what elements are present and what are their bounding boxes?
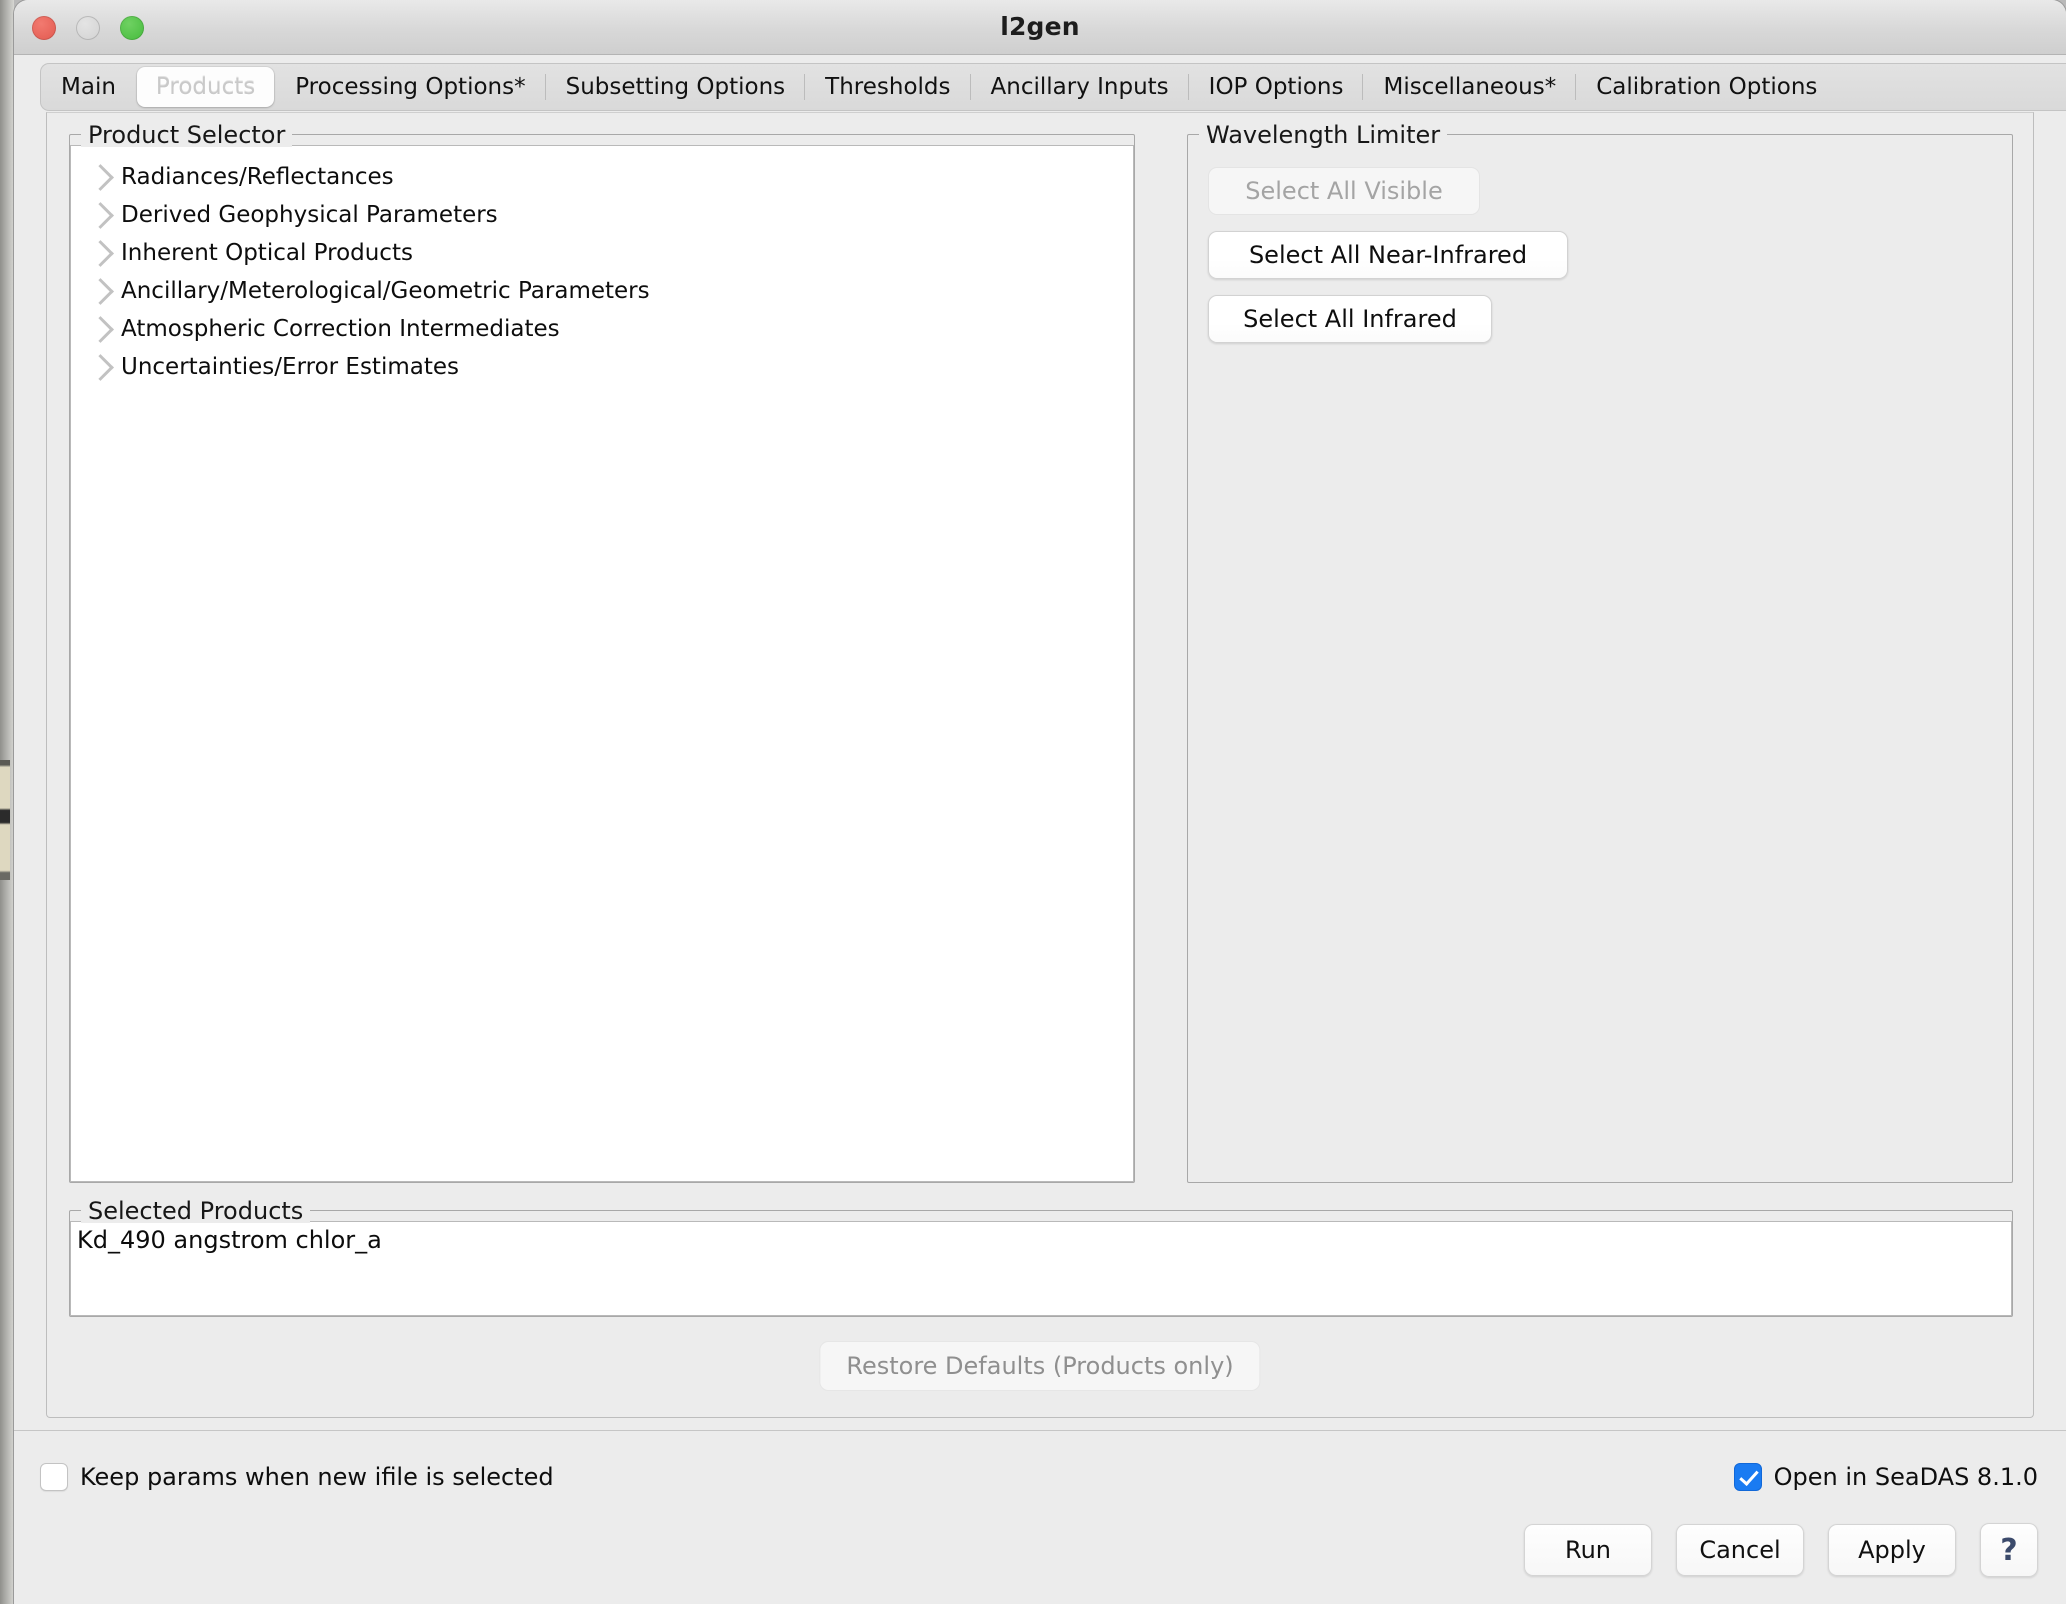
tree-item-derived-geophysical-parameters[interactable]: Derived Geophysical Parameters [71, 196, 1133, 234]
tab-products[interactable]: Products [136, 67, 275, 107]
tab-strip: Main Products Processing Options* Subset… [40, 63, 2066, 111]
keep-params-checkbox-row[interactable]: Keep params when new ifile is selected [40, 1463, 554, 1491]
products-panel: Product Selector Radiances/Reflectances … [46, 112, 2034, 1418]
footer-bar: Keep params when new ifile is selected O… [14, 1430, 2066, 1604]
tab-main[interactable]: Main [42, 67, 135, 107]
tree-item-label: Atmospheric Correction Intermediates [121, 316, 560, 342]
select-all-near-infrared-button[interactable]: Select All Near-Infrared [1208, 231, 1568, 279]
product-selector-group: Product Selector Radiances/Reflectances … [69, 123, 1135, 1183]
window-title: l2gen [1000, 12, 1080, 41]
tab-bar: Main Products Processing Options* Subset… [14, 55, 2066, 111]
tree-item-inherent-optical-products[interactable]: Inherent Optical Products [71, 234, 1133, 272]
tree-item-atmospheric-correction-intermediates[interactable]: Atmospheric Correction Intermediates [71, 310, 1133, 348]
tab-ancillary-inputs[interactable]: Ancillary Inputs [969, 67, 1188, 107]
run-button[interactable]: Run [1524, 1524, 1652, 1576]
selected-products-group: Selected Products Kd_490 angstrom chlor_… [69, 1199, 2013, 1317]
select-all-infrared-button[interactable]: Select All Infrared [1208, 295, 1492, 343]
wavelength-limiter-title: Wavelength Limiter [1199, 123, 1448, 147]
tree-item-label: Inherent Optical Products [121, 240, 413, 266]
selected-products-field[interactable]: Kd_490 angstrom chlor_a [70, 1221, 2012, 1316]
restore-defaults-button[interactable]: Restore Defaults (Products only) [819, 1341, 1261, 1391]
apply-button[interactable]: Apply [1828, 1524, 1956, 1576]
wavelength-limiter-group: Wavelength Limiter Select All Visible Se… [1187, 123, 2013, 1183]
product-selector-tree[interactable]: Radiances/Reflectances Derived Geophysic… [70, 145, 1134, 1182]
tab-iop-options[interactable]: IOP Options [1187, 67, 1363, 107]
keep-params-label: Keep params when new ifile is selected [80, 1463, 554, 1491]
tab-miscellaneous[interactable]: Miscellaneous* [1362, 67, 1575, 107]
tree-item-label: Ancillary/Meterological/Geometric Parame… [121, 278, 650, 304]
tab-processing-options[interactable]: Processing Options* [276, 67, 544, 107]
tree-item-label: Derived Geophysical Parameters [121, 202, 498, 228]
cancel-button[interactable]: Cancel [1676, 1524, 1804, 1576]
tab-calibration-options[interactable]: Calibration Options [1575, 67, 1836, 107]
product-selector-title: Product Selector [81, 123, 293, 147]
tree-item-label: Radiances/Reflectances [121, 164, 394, 190]
open-in-seadas-label: Open in SeaDAS 8.1.0 [1773, 1463, 2038, 1491]
tree-item-uncertainties-error-estimates[interactable]: Uncertainties/Error Estimates [71, 348, 1133, 386]
selected-products-value: Kd_490 angstrom chlor_a [77, 1226, 382, 1254]
tab-thresholds[interactable]: Thresholds [804, 67, 969, 107]
selected-products-title: Selected Products [81, 1199, 311, 1223]
keep-params-checkbox[interactable] [40, 1463, 68, 1491]
open-in-seadas-checkbox[interactable] [1733, 1463, 1762, 1491]
l2gen-window: l2gen Main Products Processing Options* … [14, 0, 2066, 1604]
tab-subsetting-options[interactable]: Subsetting Options [544, 67, 805, 107]
wavelength-limiter-body: Select All Visible Select All Near-Infra… [1188, 145, 2012, 1182]
help-icon[interactable]: ? [1980, 1523, 2038, 1577]
tree-item-ancillary-meterological-geometric-parameters[interactable]: Ancillary/Meterological/Geometric Parame… [71, 272, 1133, 310]
open-in-seadas-checkbox-row[interactable]: Open in SeaDAS 8.1.0 [1733, 1463, 2038, 1491]
background-window-content [0, 760, 10, 880]
tree-item-radiances-reflectances[interactable]: Radiances/Reflectances [71, 158, 1133, 196]
title-bar: l2gen [14, 0, 2066, 55]
select-all-visible-button[interactable]: Select All Visible [1208, 167, 1480, 215]
action-buttons: Run Cancel Apply ? [1524, 1523, 2038, 1577]
background-window-sliver [0, 0, 14, 1604]
tree-item-label: Uncertainties/Error Estimates [121, 354, 459, 380]
